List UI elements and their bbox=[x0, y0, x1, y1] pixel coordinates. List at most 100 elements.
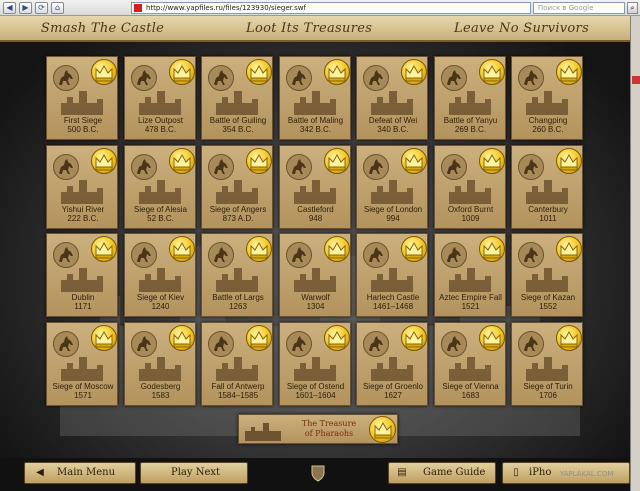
level-card[interactable]: Canterbury 1011 bbox=[511, 144, 583, 229]
level-card[interactable]: Battle of Maling 342 B.C. bbox=[278, 56, 351, 140]
forward-button[interactable]: ▶ bbox=[19, 1, 32, 14]
level-card[interactable]: Warwolf 1304 bbox=[278, 233, 351, 317]
crown-icon bbox=[91, 147, 117, 174]
castle-icon bbox=[522, 85, 572, 115]
level-card[interactable]: Harlech Castle 1461–1468 bbox=[356, 233, 428, 317]
tab-smash[interactable]: Smash The Castle bbox=[41, 21, 164, 36]
level-card[interactable]: Castleford 948 bbox=[278, 144, 351, 229]
book-icon: ▤ bbox=[397, 467, 407, 478]
crown-icon bbox=[556, 147, 582, 174]
crown-icon bbox=[323, 59, 350, 85]
crown-icon bbox=[478, 147, 505, 174]
crown-icon bbox=[369, 416, 396, 443]
game-canvas: Smash The Castle Loot Its Treasures Leav… bbox=[0, 16, 630, 491]
level-date: 1583 bbox=[151, 390, 170, 400]
level-date: 1171 bbox=[74, 302, 92, 311]
level-card[interactable]: Changping 260 B.C. bbox=[511, 56, 583, 140]
side-scrollbar[interactable] bbox=[630, 16, 640, 491]
arrow-left-icon: ◀ bbox=[36, 467, 44, 478]
level-card[interactable]: First Siege 500 B.C. bbox=[46, 56, 118, 140]
level-card[interactable]: Siege of Moscow 1571 bbox=[46, 321, 118, 406]
level-card[interactable]: Godesberg 1583 bbox=[123, 321, 196, 406]
level-date: 1011 bbox=[539, 213, 557, 223]
level-name: First Siege bbox=[63, 116, 103, 125]
level-name: Siege of Kazan bbox=[520, 293, 576, 302]
level-name: Godesberg bbox=[140, 381, 181, 391]
search-icon[interactable]: ⌕ bbox=[627, 2, 638, 14]
level-card[interactable]: Siege of Kiev 1240 bbox=[123, 233, 196, 317]
level-date: 500 B.C. bbox=[67, 125, 99, 134]
top-banner: Smash The Castle Loot Its Treasures Leav… bbox=[0, 16, 630, 42]
level-name: Siege of Alesia bbox=[134, 204, 187, 214]
level-card[interactable]: Siege of Kazan 1552 bbox=[511, 233, 583, 317]
crown-icon bbox=[246, 236, 272, 262]
treasure-level-button[interactable]: The Treasure of Pharaohs bbox=[238, 414, 398, 444]
level-name: Battle of Guiling bbox=[209, 116, 267, 125]
crown-icon bbox=[168, 324, 195, 351]
home-button[interactable]: ⌂ bbox=[51, 1, 64, 14]
crown-icon bbox=[401, 236, 427, 262]
level-card[interactable]: Siege of Alesia 52 B.C. bbox=[123, 144, 196, 229]
level-name: Fall of Antwerp bbox=[211, 381, 265, 391]
crown-icon bbox=[323, 236, 350, 262]
level-date: 1009 bbox=[461, 213, 480, 223]
castle-icon bbox=[290, 85, 340, 115]
level-card[interactable]: Battle of Guiling 354 B.C. bbox=[201, 56, 273, 140]
level-card[interactable]: Aztec Empire Fall 1521 bbox=[433, 233, 506, 317]
level-card[interactable]: Lize Outpost 478 B.C. bbox=[123, 56, 196, 140]
level-name: Siege of Kiev bbox=[136, 293, 185, 302]
address-bar[interactable]: http://www.yapfiles.ru/files/123930/sieg… bbox=[131, 2, 531, 14]
play-next-button[interactable]: Play Next bbox=[140, 462, 248, 484]
level-card[interactable]: Siege of London 994 bbox=[356, 144, 428, 229]
tab-loot[interactable]: Loot Its Treasures bbox=[246, 21, 372, 36]
level-card[interactable]: Fall of Antwerp 1584–1585 bbox=[201, 321, 273, 406]
castle-icon bbox=[367, 174, 417, 204]
crown-icon bbox=[556, 324, 582, 351]
level-card[interactable]: Siege of Vienna 1683 bbox=[433, 321, 506, 406]
level-card[interactable]: Battle of Largs 1263 bbox=[201, 233, 273, 317]
treasure-label: The Treasure of Pharaohs bbox=[289, 419, 369, 439]
castle-icon bbox=[57, 85, 107, 115]
crown-icon bbox=[91, 236, 117, 262]
level-card[interactable]: Battle of Yanyu 269 B.C. bbox=[433, 56, 506, 140]
shield-icon bbox=[311, 465, 325, 482]
treasure-line2: of Pharaohs bbox=[304, 429, 354, 438]
game-guide-button[interactable]: ▤ Game Guide bbox=[388, 462, 496, 484]
level-card[interactable]: Siege of Ostend 1601–1604 bbox=[278, 321, 351, 406]
main-menu-label: Main Menu bbox=[57, 467, 116, 478]
level-date: 1683 bbox=[461, 390, 480, 400]
level-name: Siege of Vienna bbox=[442, 381, 499, 391]
crown-icon bbox=[246, 59, 272, 85]
castle-icon bbox=[445, 85, 495, 115]
level-name: Siege of Groenlo bbox=[362, 381, 424, 391]
favicon-icon bbox=[134, 4, 142, 12]
main-menu-button[interactable]: ◀ Main Menu bbox=[24, 462, 136, 484]
tab-survivors[interactable]: Leave No Survivors bbox=[454, 21, 589, 36]
search-input[interactable]: Поиск в Google bbox=[533, 2, 625, 14]
castle-icon bbox=[290, 262, 340, 292]
level-name: Siege of Ostend bbox=[286, 381, 345, 391]
level-name: Battle of Yanyu bbox=[443, 116, 498, 125]
crown-icon bbox=[323, 324, 350, 351]
level-name: Siege of Angers bbox=[209, 204, 267, 214]
crown-icon bbox=[246, 324, 272, 351]
crown-icon bbox=[401, 147, 427, 174]
crown-icon bbox=[556, 236, 582, 262]
reload-button[interactable]: ⟳ bbox=[35, 1, 48, 14]
level-card[interactable]: Yishui River 222 B.C. bbox=[46, 144, 118, 229]
level-date: 222 B.C. bbox=[67, 213, 99, 223]
level-date: 994 bbox=[386, 213, 400, 223]
level-card[interactable]: Defeat of Wei 340 B.C. bbox=[356, 56, 428, 140]
level-date: 1601–1604 bbox=[295, 390, 336, 400]
level-date: 1571 bbox=[74, 390, 92, 400]
level-card[interactable]: Siege of Groenlo 1627 bbox=[356, 321, 428, 406]
castle-icon bbox=[445, 351, 495, 381]
level-name: Oxford Burnt bbox=[447, 204, 494, 214]
back-button[interactable]: ◀ bbox=[3, 1, 16, 14]
level-card[interactable]: Oxford Burnt 1009 bbox=[433, 144, 506, 229]
level-date: 1521 bbox=[461, 302, 480, 311]
level-card[interactable]: Siege of Angers 873 A.D. bbox=[201, 144, 273, 229]
level-card[interactable]: Siege of Turin 1706 bbox=[511, 321, 583, 406]
level-card[interactable]: Dublin 1171 bbox=[46, 233, 118, 317]
browser-toolbar: ◀ ▶ ⟳ ⌂ http://www.yapfiles.ru/files/123… bbox=[0, 0, 640, 16]
